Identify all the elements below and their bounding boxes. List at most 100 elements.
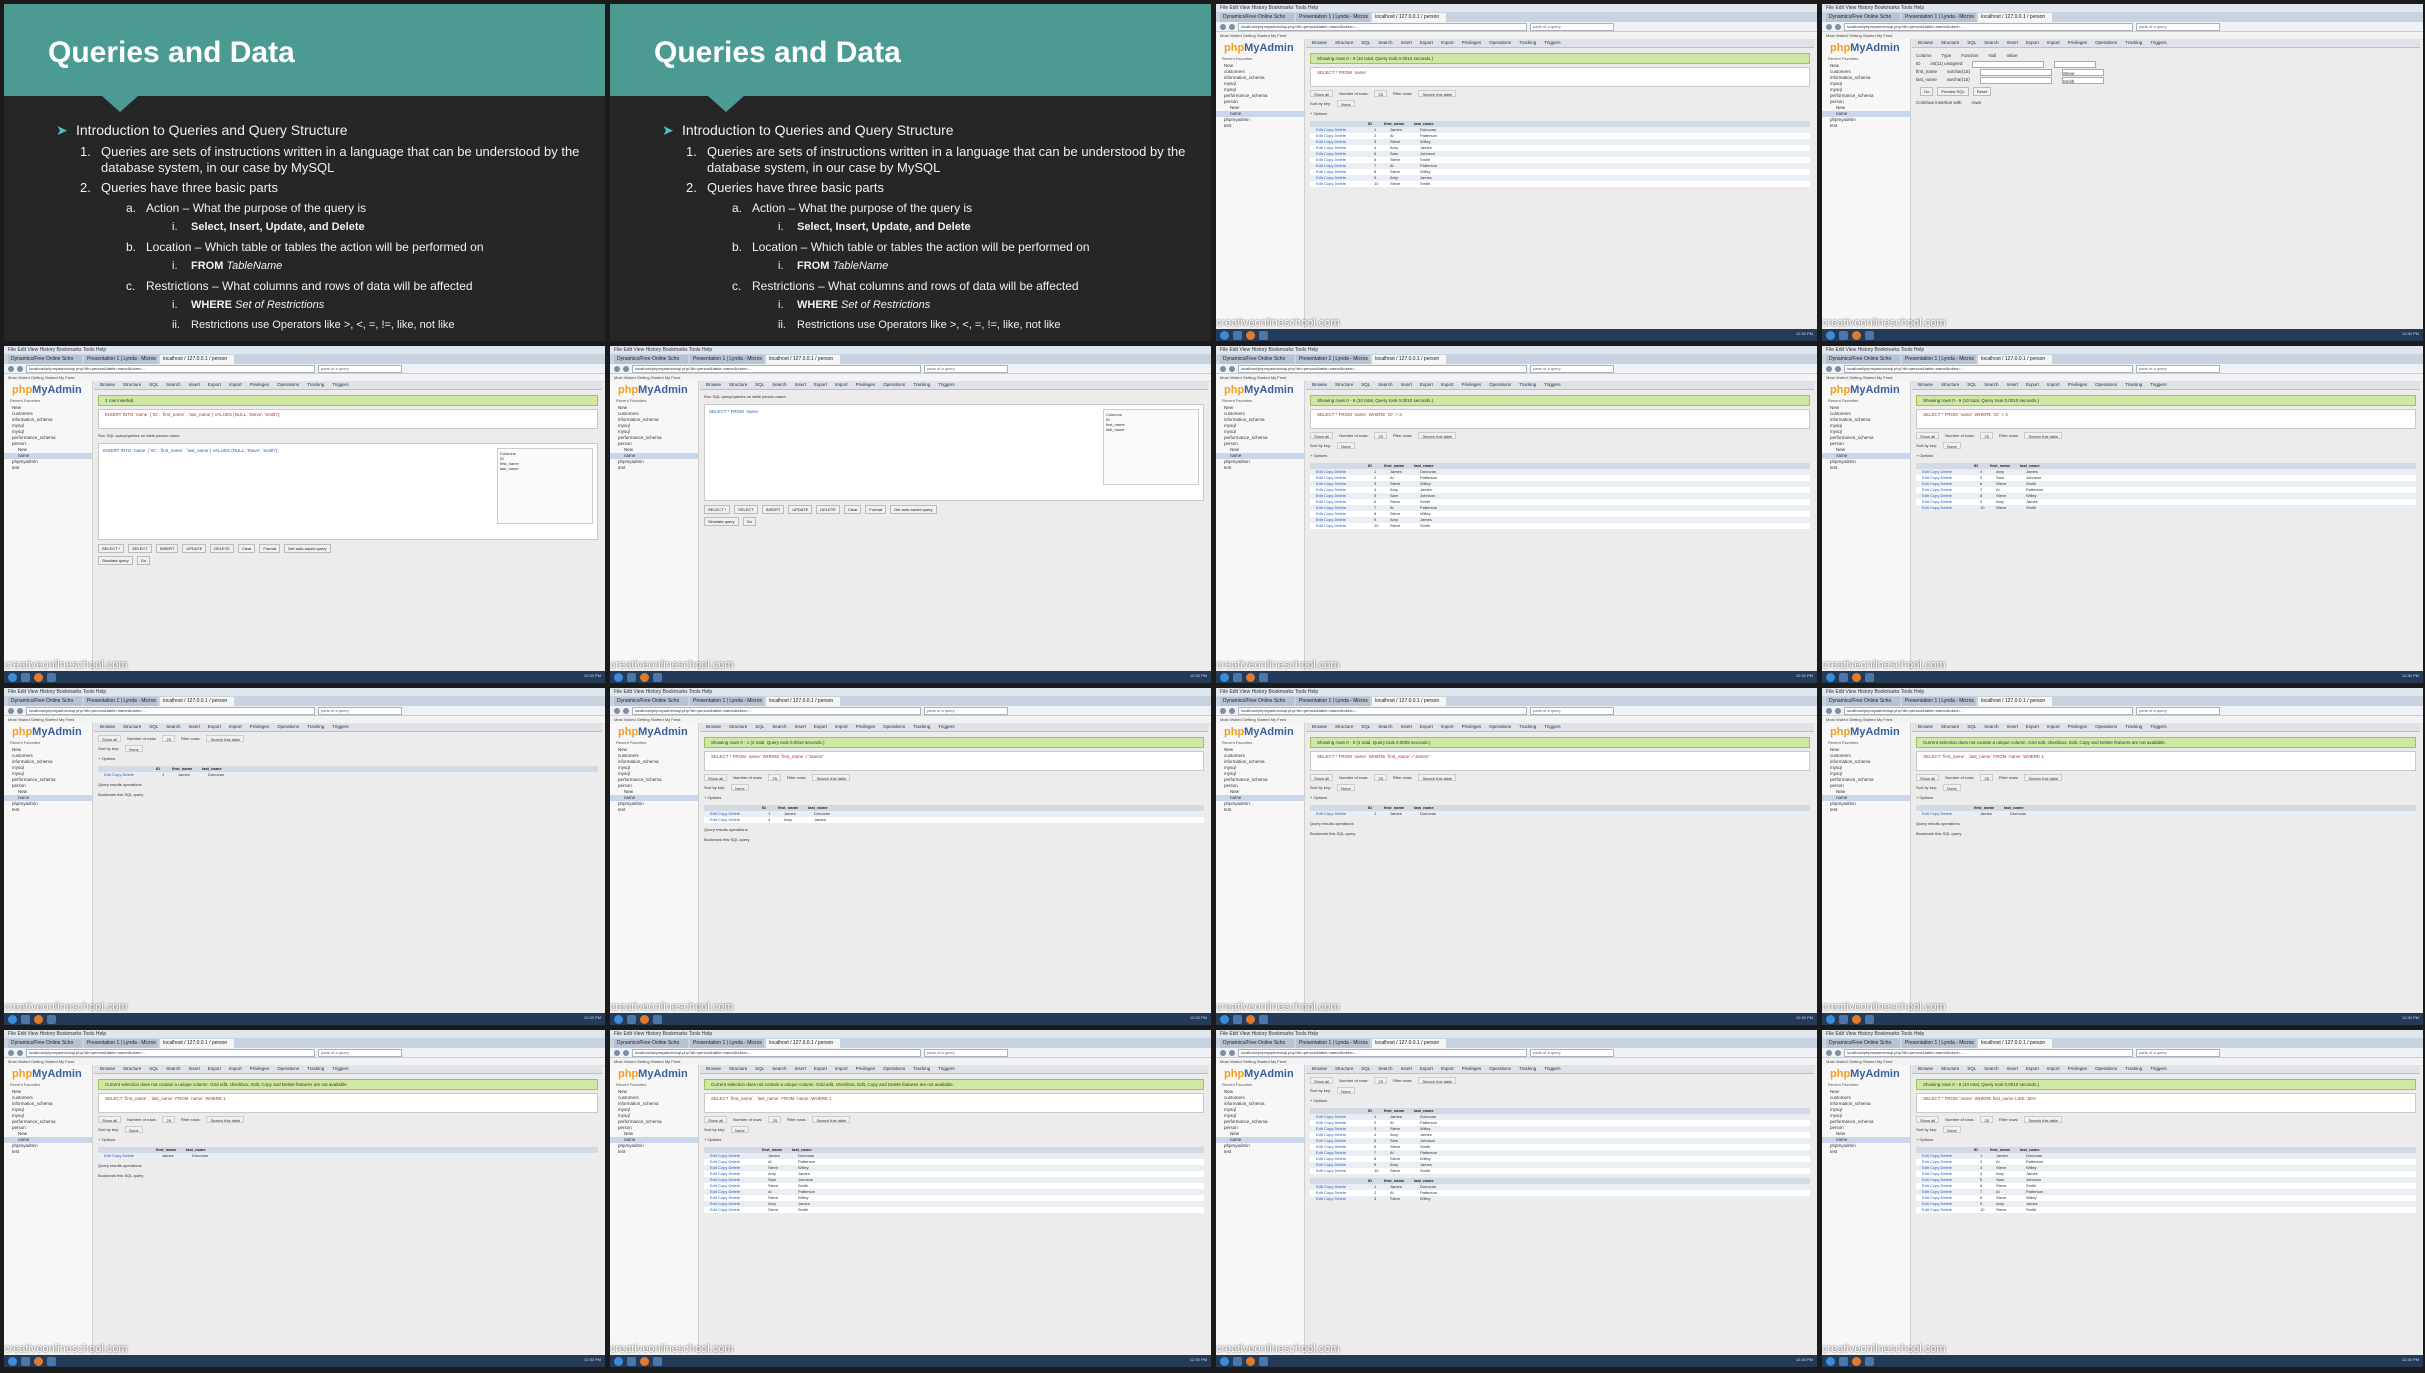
back-icon[interactable] bbox=[8, 707, 14, 714]
delete-link[interactable]: Delete bbox=[1941, 499, 1953, 504]
edit-link[interactable]: Edit bbox=[1316, 139, 1323, 144]
recent-favorites[interactable]: Recent Favorites bbox=[4, 738, 92, 747]
copy-link[interactable]: Copy bbox=[1324, 1126, 1333, 1131]
insert-button[interactable]: INSERT bbox=[761, 505, 785, 514]
options-toggle[interactable]: + Options bbox=[1916, 452, 2416, 459]
tab-tracking[interactable]: Tracking bbox=[2125, 723, 2142, 731]
tab-structure[interactable]: Structure bbox=[123, 381, 141, 389]
show-all-button[interactable]: Show all bbox=[1310, 1077, 1334, 1084]
edit-link[interactable]: Edit bbox=[710, 1183, 717, 1188]
tab-insert[interactable]: Insert bbox=[2007, 39, 2018, 47]
copy-link[interactable]: Copy bbox=[112, 772, 121, 777]
tab-operations[interactable]: Operations bbox=[1489, 381, 1511, 389]
tab-structure[interactable]: Structure bbox=[1335, 723, 1353, 731]
tab-insert[interactable]: Insert bbox=[795, 1065, 806, 1073]
copy-link[interactable]: Copy bbox=[1324, 175, 1333, 180]
sql-editor[interactable]: INSERT INTO `name` (`ID`, `first_name`, … bbox=[98, 443, 598, 540]
database-tree-item[interactable]: test bbox=[1822, 1149, 1910, 1155]
edit-link[interactable]: Edit bbox=[1316, 811, 1323, 816]
rows-select[interactable]: 25 bbox=[1980, 1116, 1993, 1123]
delete-link[interactable]: Delete bbox=[1335, 145, 1347, 150]
tab-insert[interactable]: Insert bbox=[2007, 381, 2018, 389]
browser-search-input[interactable]: parts of a query bbox=[1530, 706, 1614, 715]
value-input[interactable]: Steve bbox=[2062, 69, 2105, 76]
tab-operations[interactable]: Operations bbox=[1489, 1065, 1511, 1073]
tab-tracking[interactable]: Tracking bbox=[1519, 39, 1536, 47]
options-toggle[interactable]: + Options bbox=[98, 1136, 598, 1143]
recent-favorites[interactable]: Recent Favorites bbox=[4, 396, 92, 405]
browser-tab-2[interactable]: Presentation 1 | Lynda - Micros bbox=[1296, 1039, 1370, 1048]
database-tree-item[interactable]: test bbox=[610, 807, 698, 813]
delete-link[interactable]: Delete bbox=[1335, 499, 1347, 504]
firefox-icon[interactable] bbox=[34, 1356, 43, 1366]
copy-link[interactable]: Copy bbox=[1324, 163, 1333, 168]
bookmark-query[interactable]: Bookmark this SQL query bbox=[704, 836, 1204, 843]
tab-search[interactable]: Search bbox=[1984, 1065, 1998, 1073]
edit-link[interactable]: Edit bbox=[1316, 1120, 1323, 1125]
browser-menubar[interactable]: File Edit View History Bookmarks Tools H… bbox=[1822, 346, 2423, 354]
copy-link[interactable]: Copy bbox=[718, 1207, 727, 1212]
auto-saved-query-button[interactable]: Get auto-saved query bbox=[890, 505, 937, 514]
tab-export[interactable]: Export bbox=[2026, 1065, 2039, 1073]
browser-tab-2[interactable]: Presentation 1 | Lynda - Micros bbox=[690, 1039, 764, 1048]
tab-search[interactable]: Search bbox=[1378, 39, 1392, 47]
tab-privileges[interactable]: Privileges bbox=[856, 1065, 876, 1073]
sort-select[interactable]: None bbox=[125, 1126, 143, 1133]
browser-menubar[interactable]: File Edit View History Bookmarks Tools H… bbox=[610, 1030, 1211, 1038]
show-all-button[interactable]: Show all bbox=[1310, 432, 1334, 439]
browser-tab-1[interactable]: Dynamics/Free Online Scho bbox=[1220, 13, 1294, 22]
explorer-icon[interactable] bbox=[21, 1014, 30, 1024]
browser-tab-1[interactable]: Dynamics/Free Online Scho bbox=[1826, 1039, 1900, 1048]
rows-select[interactable]: 25 bbox=[768, 1116, 781, 1123]
tab-browse[interactable]: Browse bbox=[1918, 723, 1933, 731]
browser-tab-2[interactable]: Presentation 1 | Lynda - Micros bbox=[84, 1039, 158, 1048]
delete-link[interactable]: Delete bbox=[1335, 1132, 1347, 1137]
edit-link[interactable]: Edit bbox=[1922, 499, 1929, 504]
tab-privileges[interactable]: Privileges bbox=[1462, 39, 1482, 47]
show-all-button[interactable]: Show all bbox=[1916, 774, 1940, 781]
tab-insert[interactable]: Insert bbox=[2007, 723, 2018, 731]
browser-search-input[interactable]: parts of a query bbox=[318, 1048, 402, 1057]
tab-triggers[interactable]: Triggers bbox=[2150, 1065, 2166, 1073]
simulate-query-button[interactable]: Simulate query bbox=[704, 517, 739, 526]
copy-link[interactable]: Copy bbox=[1930, 481, 1939, 486]
filter-input[interactable]: Search this table bbox=[812, 1116, 851, 1123]
format-button[interactable]: Format bbox=[865, 505, 887, 514]
delete-link[interactable]: Delete bbox=[1335, 487, 1347, 492]
tab-structure[interactable]: Structure bbox=[1335, 1065, 1353, 1073]
edit-link[interactable]: Edit bbox=[1316, 181, 1323, 186]
delete-link[interactable]: Delete bbox=[1941, 1195, 1953, 1200]
edit-link[interactable]: Edit bbox=[1316, 169, 1323, 174]
edit-link[interactable]: Edit bbox=[1922, 1183, 1929, 1188]
tab-sql[interactable]: SQL bbox=[1361, 1065, 1370, 1073]
tab-browse[interactable]: Browse bbox=[1312, 723, 1327, 731]
columns-list[interactable]: Columns ID first_name last_name bbox=[497, 448, 593, 524]
tab-insert[interactable]: Insert bbox=[189, 723, 200, 731]
tab-privileges[interactable]: Privileges bbox=[250, 381, 270, 389]
url-input[interactable]: localhost/phpmyadmin/sql.php?db=person&t… bbox=[1238, 364, 1527, 373]
database-tree-item[interactable]: test bbox=[4, 807, 92, 813]
back-icon[interactable] bbox=[1826, 707, 1832, 714]
tab-tracking[interactable]: Tracking bbox=[1519, 723, 1536, 731]
edit-link[interactable]: Edit bbox=[1316, 1132, 1323, 1137]
copy-link[interactable]: Copy bbox=[1324, 169, 1333, 174]
rows-select[interactable]: 25 bbox=[1374, 1077, 1387, 1084]
start-icon[interactable] bbox=[8, 672, 17, 682]
browser-tab-1[interactable]: Dynamics/Free Online Scho bbox=[1826, 697, 1900, 706]
tab-export[interactable]: Export bbox=[1420, 1065, 1433, 1073]
delete-link[interactable]: Delete bbox=[1941, 469, 1953, 474]
tab-browse[interactable]: Browse bbox=[1312, 39, 1327, 47]
database-tree-item[interactable]: test bbox=[4, 1149, 92, 1155]
tab-search[interactable]: Search bbox=[1984, 381, 1998, 389]
delete-link[interactable]: Delete bbox=[729, 1177, 741, 1182]
copy-link[interactable]: Copy bbox=[718, 1195, 727, 1200]
tab-import[interactable]: Import bbox=[2047, 39, 2060, 47]
tab-operations[interactable]: Operations bbox=[277, 723, 299, 731]
database-tree-item[interactable]: test bbox=[1822, 465, 1910, 471]
powerpoint-icon[interactable] bbox=[653, 672, 662, 682]
delete-link[interactable]: Delete bbox=[1335, 133, 1347, 138]
edit-link[interactable]: Edit bbox=[1922, 1153, 1929, 1158]
start-icon[interactable] bbox=[8, 1356, 17, 1366]
edit-link[interactable]: Edit bbox=[1316, 1190, 1323, 1195]
delete-link[interactable]: Delete bbox=[1941, 811, 1953, 816]
